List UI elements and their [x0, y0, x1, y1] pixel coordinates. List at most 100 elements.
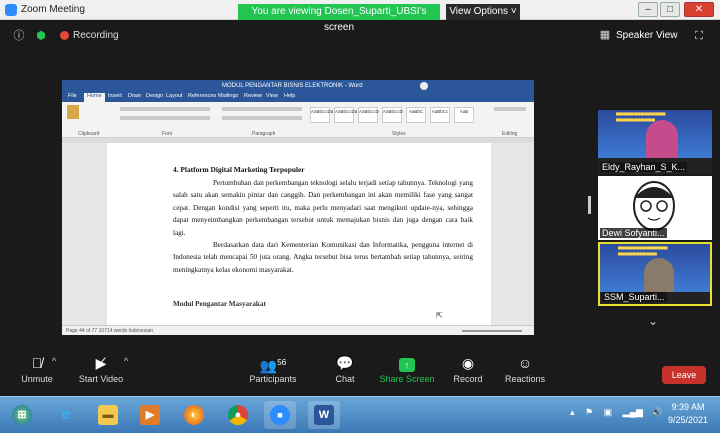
folder-icon: ▬ [98, 405, 118, 425]
participant-name: SSM_Suparti... [602, 292, 667, 302]
participant-tile[interactable]: ▀▀▀▀▀▀▀▀▀▀▀▀▀▀ ▀▀▀▀▀▀▀▀▀▀▀ Eldy_Rayhan_S_… [598, 110, 712, 174]
taskbar-explorer[interactable]: ▬ [92, 401, 124, 429]
panel-resize-handle[interactable] [588, 196, 591, 214]
tab-insert[interactable]: Insert [108, 93, 122, 99]
section-subheading: Modul Pengantar Masyarakat [173, 300, 266, 308]
maximize-button[interactable]: □ [660, 2, 680, 17]
tab-mailings[interactable]: Mailings [218, 93, 238, 99]
virtual-background: ▀▀▀▀▀▀▀▀▀▀▀▀▀▀ ▀▀▀▀▀▀▀▀▀▀▀ [600, 244, 710, 292]
start-video-label: Start Video [78, 374, 124, 384]
meeting-top-bar: ⓘ ⬢ Recording ▦ Speaker View ⛶ [0, 22, 720, 52]
clock-time: 9:39 AM [671, 402, 705, 412]
style-heading-1[interactable]: AaBbCcD [358, 107, 379, 123]
paragraph-2: Berdasarkan data dari Kementerian Komuni… [173, 241, 473, 274]
leave-button[interactable]: Leave [662, 366, 706, 384]
participant-tile[interactable]: Dewi Sofyanti... [598, 176, 712, 240]
style-subtitle[interactable]: AaB [454, 107, 474, 123]
flag-icon[interactable]: ⚑ [585, 407, 593, 417]
window-titlebar: Zoom Meeting You are viewing Dosen_Supar… [0, 0, 720, 33]
shield-icon[interactable]: ⬢ [34, 29, 48, 43]
participant-name: Eldy_Rayhan_S_K... [600, 162, 688, 172]
participants-icon: 👥56 [259, 357, 287, 374]
participant-tile-active-speaker[interactable]: ▀▀▀▀▀▀▀▀▀▀▀▀▀▀ ▀▀▀▀▀▀▀▀▀▀▀ SSM_Suparti... [598, 242, 712, 306]
user-avatar [420, 82, 428, 90]
paste-icon[interactable] [67, 105, 79, 119]
start-button[interactable]: ⊞ [6, 401, 38, 429]
firefox-icon: ◐ [184, 405, 204, 425]
view-options-button[interactable]: View Options ˅ [446, 4, 520, 20]
chat-icon: 💬 [336, 355, 354, 371]
chat-button[interactable]: 💬 Chat [310, 352, 380, 384]
speaker-view-button[interactable]: Speaker View [616, 30, 678, 41]
taskbar-word[interactable]: W [308, 401, 340, 429]
zoom-logo-icon [5, 4, 17, 16]
chrome-icon: ● [228, 405, 248, 425]
taskbar-zoom[interactable]: ■ [264, 401, 296, 429]
group-clipboard: Clipboard [78, 131, 100, 137]
word-status-bar: Page 44 of 77 10714 words Indonesian [62, 325, 534, 335]
unmute-button[interactable]: 🎙̸ Unmute [2, 352, 72, 384]
share-screen-label: Share Screen [379, 374, 435, 384]
editing-buttons[interactable] [494, 107, 526, 111]
share-screen-icon: ↑ [372, 352, 442, 374]
reactions-button[interactable]: ☺ Reactions [490, 352, 560, 384]
signal-icon[interactable]: ▂▄▆ [623, 407, 643, 417]
minimize-button[interactable]: – [638, 2, 658, 17]
taskbar-firefox[interactable]: ◐ [178, 401, 210, 429]
share-screen-button[interactable]: ↑ Share Screen [372, 352, 442, 384]
word-app-icon: W [314, 405, 334, 425]
grid-view-icon[interactable]: ▦ [598, 28, 612, 42]
style-no-spacing[interactable]: AaBbCcDd [334, 107, 357, 123]
tab-references[interactable]: References [188, 93, 216, 99]
group-paragraph: Paragraph [252, 131, 276, 137]
tab-help[interactable]: Help [284, 93, 295, 99]
recording-label: Recording [73, 30, 119, 41]
tab-review[interactable]: Review [244, 93, 262, 99]
mouse-cursor-icon: ⇱ [436, 311, 443, 320]
group-editing: Editing [502, 131, 518, 137]
section-heading: 4. Platform Digital Marketing Terpopuler [173, 165, 305, 174]
unmute-label: Unmute [21, 374, 53, 384]
group-styles: Styles [392, 131, 406, 137]
fullscreen-icon[interactable]: ⛶ [692, 29, 706, 43]
tab-layout[interactable]: Layout [166, 93, 183, 99]
monitor-icon[interactable]: ▣ [604, 407, 613, 417]
shared-word-window: MODUL PENGANTAR BISNIS ELEKTRONIK - Word… [62, 80, 534, 335]
windows-taskbar: ⊞ e ▬ ▶ ◐ ● ■ W ▴ ⚑ ▣ ▂▄▆ 🔊 9:39 AM 9/25… [0, 396, 720, 433]
ie-icon: e [61, 406, 71, 423]
taskbar-clock[interactable]: 9:39 AM 9/25/2021 [660, 401, 716, 427]
reactions-icon: ☺ [517, 355, 533, 371]
taskbar-ie[interactable]: e [50, 401, 82, 429]
info-icon[interactable]: ⓘ [12, 29, 26, 43]
alignment-buttons[interactable] [222, 116, 302, 120]
font-format-buttons[interactable] [120, 116, 210, 120]
style-heading-3[interactable]: AaBbC [406, 107, 426, 123]
zoom-slider[interactable] [462, 330, 522, 332]
viewing-banner: You are viewing Dosen_Suparti_UBSI's scr… [238, 4, 440, 33]
word-title: MODUL PENGANTAR BISNIS ELEKTRONIK - Word [222, 83, 363, 89]
taskbar-media[interactable]: ▶ [134, 401, 166, 429]
tab-file[interactable]: File [68, 93, 77, 99]
participant-avatar [644, 258, 674, 292]
audio-options-caret[interactable]: ^ [52, 356, 56, 366]
chat-label: Chat [335, 374, 355, 384]
show-hidden-icons-icon[interactable]: ▴ [570, 407, 575, 417]
taskbar-chrome[interactable]: ● [222, 401, 254, 429]
tab-home[interactable]: Home [84, 93, 105, 102]
style-heading-2[interactable]: AaBbCcD [382, 107, 403, 123]
participants-button[interactable]: 👥56 Participants [238, 352, 308, 384]
close-button[interactable]: ✕ [684, 2, 714, 17]
chevron-down-icon[interactable]: ⌄ [648, 314, 658, 328]
word-ribbon-tabs: File Home Insert Draw Design Layout Refe… [62, 92, 534, 102]
word-document-area: 4. Platform Digital Marketing Terpopuler… [62, 143, 534, 325]
tab-view[interactable]: View [266, 93, 278, 99]
tab-draw[interactable]: Draw [128, 93, 141, 99]
style-title[interactable]: AaBbCc [430, 107, 450, 123]
clock-date: 9/25/2021 [667, 415, 709, 425]
system-tray: ▴ ⚑ ▣ ▂▄▆ 🔊 [570, 407, 663, 418]
font-selector[interactable] [120, 107, 210, 111]
paragraph-buttons[interactable] [222, 107, 302, 111]
style-normal[interactable]: AaBbCcDd [310, 107, 333, 123]
tab-design[interactable]: Design [146, 93, 163, 99]
video-options-caret[interactable]: ^ [124, 356, 128, 366]
